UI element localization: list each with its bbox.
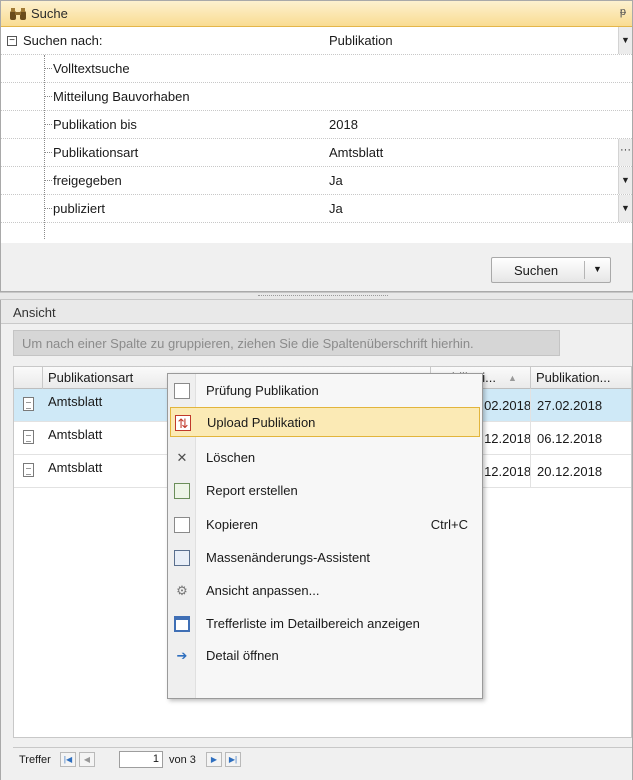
property-label: Volltextsuche: [53, 61, 130, 76]
search-button[interactable]: Suchen ▼: [491, 257, 611, 283]
menu-item-kopieren[interactable]: Kopieren Ctrl+C: [170, 510, 480, 540]
property-value[interactable]: Ja: [329, 201, 343, 216]
menu-item-label: Löschen: [206, 450, 256, 465]
menu-item-detail-oeffnen[interactable]: ➔ Detail öffnen: [170, 641, 480, 671]
property-label: Mitteilung Bauvorhaben: [53, 89, 190, 104]
menu-item-label: Trefferliste im Detailbereich anzeigen: [206, 616, 420, 631]
menu-item-label: Prüfung Publikation: [206, 383, 319, 398]
binoculars-icon: [10, 8, 26, 20]
property-value[interactable]: Publikation: [329, 33, 393, 48]
menu-item-ansicht-anpassen[interactable]: ⚙ Ansicht anpassen...: [170, 576, 480, 606]
context-menu: Prüfung Publikation ⇅ Upload Publikation…: [167, 373, 483, 699]
treffer-label: Treffer: [19, 754, 51, 766]
search-property-grid: − Suchen nach: Publikation ▼ Volltextsuc…: [1, 27, 632, 243]
menu-item-label: Massenänderungs-Assistent: [206, 550, 371, 565]
cell-publikationsart: Amtsblatt: [48, 394, 103, 409]
upload-icon: ⇅: [175, 415, 191, 431]
previous-record-icon[interactable]: ◀: [79, 752, 95, 767]
cell-publikation-date-2: 27.02.2018: [537, 398, 603, 413]
view-title-bar: Ansicht: [1, 300, 632, 324]
property-row-freigegeben[interactable]: freigegeben Ja ▼: [1, 167, 632, 195]
menu-item-label: Detail öffnen: [206, 648, 279, 663]
menu-item-pruefung-publikation[interactable]: Prüfung Publikation: [170, 376, 480, 406]
property-value[interactable]: Ja: [329, 173, 343, 188]
last-record-icon[interactable]: ▶|: [225, 752, 241, 767]
collapse-icon[interactable]: −: [7, 36, 17, 46]
property-row-mitteilung-bauvorhaben[interactable]: Mitteilung Bauvorhaben: [1, 83, 632, 111]
next-record-icon[interactable]: ▶: [206, 752, 222, 767]
mass-edit-icon: [174, 550, 190, 566]
arrow-right-icon: ➔: [176, 648, 188, 663]
group-hint-text: Um nach einer Spalte zu gruppieren, zieh…: [22, 336, 474, 351]
chevron-down-icon[interactable]: ▼: [593, 264, 602, 274]
menu-item-upload-publikation[interactable]: ⇅ Upload Publikation: [170, 407, 480, 437]
cell-publikationsart: Amtsblatt: [48, 427, 103, 442]
property-label: freigegeben: [53, 173, 122, 188]
search-title-bar: Suche ᵽ: [1, 1, 632, 27]
window-icon: [174, 616, 190, 632]
search-button-label: Suchen: [514, 263, 559, 278]
group-by-panel[interactable]: Um nach einer Spalte zu gruppieren, zieh…: [13, 330, 560, 356]
dropdown-arrow-icon[interactable]: ▼: [618, 167, 632, 194]
property-label: publiziert: [53, 201, 106, 216]
menu-item-label: Report erstellen: [206, 483, 298, 498]
property-row-publikation-bis[interactable]: Publikation bis 2018: [1, 111, 632, 139]
dropdown-arrow-icon[interactable]: ▼: [618, 195, 632, 222]
document-icon: [23, 463, 34, 477]
document-icon: [23, 397, 34, 411]
first-record-icon[interactable]: |◀: [60, 752, 76, 767]
property-row-publiziert[interactable]: publiziert Ja ▼: [1, 195, 632, 223]
cell-publikation-date-2: 06.12.2018: [537, 431, 603, 446]
property-value[interactable]: Amtsblatt: [329, 145, 383, 160]
panel-splitter[interactable]: [0, 292, 633, 300]
property-value[interactable]: 2018: [329, 117, 358, 132]
shortcut-label: Ctrl+C: [430, 517, 468, 532]
view-title: Ansicht: [13, 305, 56, 320]
property-label: Publikation bis: [53, 117, 137, 132]
ellipsis-button[interactable]: ···: [618, 139, 632, 166]
column-header-publikationsart[interactable]: Publikationsart: [48, 370, 133, 385]
property-label: Publikationsart: [53, 145, 139, 160]
document-check-icon: [174, 383, 190, 399]
copy-icon: [174, 517, 190, 533]
column-header-publikation-date-2[interactable]: Publikation...: [536, 370, 610, 385]
document-icon: [23, 430, 34, 444]
page-count-label: von 3: [169, 754, 196, 766]
pin-icon[interactable]: ᵽ: [620, 6, 626, 18]
delete-x-icon: ✕: [176, 450, 188, 465]
dropdown-arrow-icon[interactable]: ▼: [618, 27, 632, 54]
menu-item-massenaenderungs-assistent[interactable]: Massenänderungs-Assistent: [170, 543, 480, 573]
gear-icon: ⚙: [176, 583, 188, 598]
menu-item-trefferliste-detailbereich[interactable]: Trefferliste im Detailbereich anzeigen: [170, 609, 480, 639]
page-number-input[interactable]: 1: [119, 751, 163, 768]
cell-publikation-date-2: 20.12.2018: [537, 464, 603, 479]
property-label: Suchen nach:: [23, 33, 103, 48]
menu-item-loeschen[interactable]: ✕ Löschen: [170, 443, 480, 473]
record-navigator: Treffer |◀ ◀ 1 von 3 ▶ ▶|: [13, 747, 632, 771]
property-row-volltextsuche[interactable]: Volltextsuche: [1, 55, 632, 83]
search-panel: Suche ᵽ − Suchen nach: Publikation ▼ Vol…: [0, 0, 633, 292]
menu-item-label: Ansicht anpassen...: [206, 583, 320, 598]
report-icon: [174, 483, 190, 499]
menu-item-report-erstellen[interactable]: Report erstellen: [170, 476, 480, 506]
search-title: Suche: [31, 6, 68, 21]
menu-item-label: Kopieren: [206, 517, 259, 532]
property-row-publikationsart[interactable]: Publikationsart Amtsblatt ···: [1, 139, 632, 167]
cell-publikationsart: Amtsblatt: [48, 460, 103, 475]
property-row-suchen-nach[interactable]: − Suchen nach: Publikation ▼: [1, 27, 632, 55]
sort-ascending-icon: ▲: [508, 373, 517, 383]
menu-item-label: Upload Publikation: [207, 415, 316, 430]
